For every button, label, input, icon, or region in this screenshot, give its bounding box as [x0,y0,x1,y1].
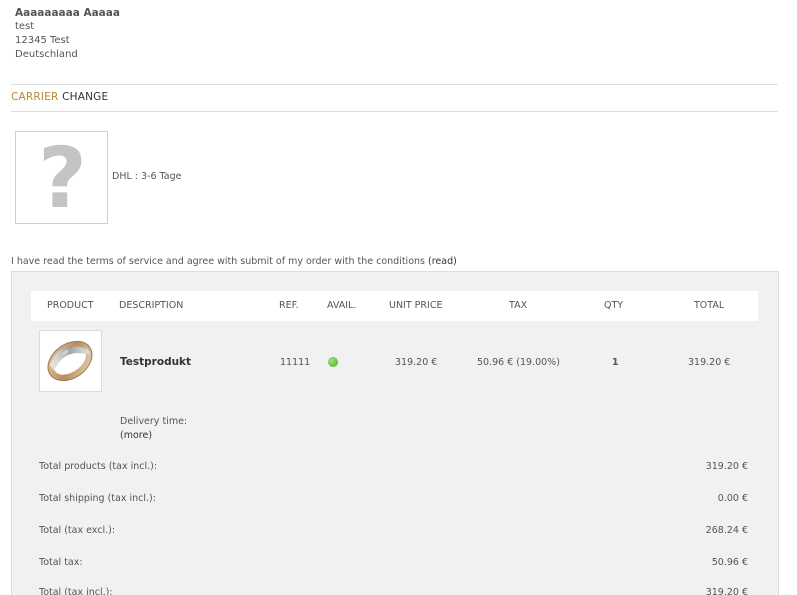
product-ref: 11111 [280,357,311,368]
ring-product-image[interactable] [39,330,102,392]
delivery-time-label: Delivery time: [120,416,188,427]
carrier-logo: ? [15,129,108,227]
customer-name: Aaaaaaaaa Aaaaa [15,7,120,19]
total-products-label: Total products (tax incl.): [39,461,158,472]
total-tax-excl-value: 268.24 € [705,525,748,536]
product-total: 319.20 € [688,357,731,368]
header-total: TOTAL [694,300,725,311]
table-header: PRODUCT DESCRIPTION REF. AVAIL. UNIT PRI… [31,291,758,321]
total-tax-value: 50.96 € [711,557,748,568]
product-qty: 1 [612,357,619,368]
total-shipping-value: 0.00 € [717,493,748,504]
total-tax-incl-label: Total (tax incl.): [39,587,113,595]
total-tax-incl-value: 319.20 € [705,587,748,595]
header-description: DESCRIPTION [119,300,184,311]
delivery-more-link[interactable]: (more) [120,430,152,441]
header-qty: QTY [604,300,624,311]
change-carrier-link[interactable]: CHANGE [62,91,108,103]
header-ref: REF. [279,300,299,311]
terms-agreement: I have read the terms of service and agr… [11,256,457,267]
terms-text: I have read the terms of service and agr… [11,256,425,267]
total-products-value: 319.20 € [705,461,748,472]
product-name-link[interactable]: Testprodukt [120,356,191,368]
ring-icon [47,340,93,382]
carrier-name: DHL : 3-6 Tage [112,171,182,182]
question-mark-placeholder-icon: ? [38,129,87,227]
header-tax: TAX [509,300,528,311]
terms-read-link[interactable]: (read) [428,256,457,267]
address-line-3: Deutschland [15,49,78,60]
carrier-heading: CARRIER CHANGE [11,91,108,103]
header-product: PRODUCT [47,300,94,311]
availability-status-icon [328,357,338,367]
divider [11,84,778,85]
divider [11,111,778,112]
total-tax-label: Total tax: [39,557,83,568]
total-shipping-label: Total shipping (tax incl.): [39,493,156,504]
order-summary: PRODUCT DESCRIPTION REF. AVAIL. UNIT PRI… [11,271,779,595]
header-unit-price: UNIT PRICE [389,300,443,311]
address-line-1: test [15,21,35,32]
delivery-info: Delivery time: (more) [120,415,187,443]
address-line-2: 12345 Test [15,35,70,46]
total-tax-excl-label: Total (tax excl.): [39,525,116,536]
customer-address: Aaaaaaaaa Aaaaa test 12345 Test Deutschl… [15,6,120,62]
carrier-heading-label: CARRIER [11,91,59,103]
product-tax: 50.96 € (19.00%) [477,357,560,368]
product-unit-price: 319.20 € [395,357,438,368]
header-avail: AVAIL. [327,300,357,311]
